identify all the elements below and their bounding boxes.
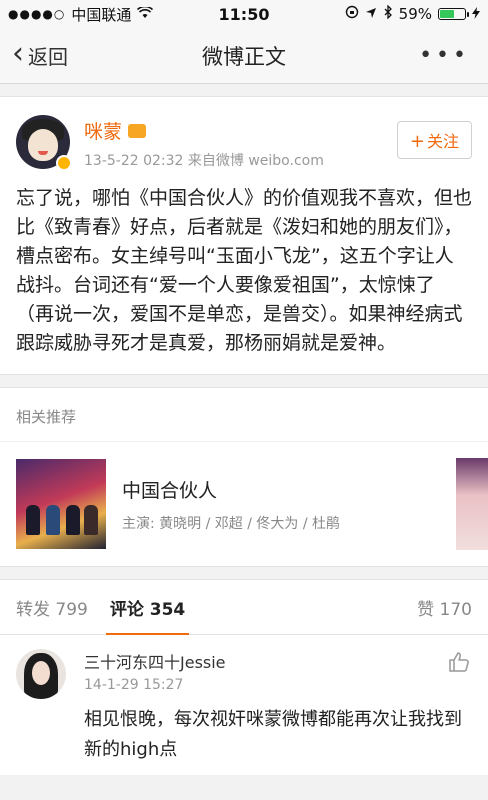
lock-rotation-icon [345, 5, 359, 23]
author-name[interactable]: 咪蒙 [84, 117, 122, 144]
comment-timestamp: 14-1-29 15:27 [84, 677, 184, 693]
page-title: 微博正文 [202, 44, 286, 69]
comment-item: 三十河东四十Jessie 14-1-29 15:27 相见恨晚，每次视奸咪蒙微博… [0, 635, 488, 775]
tab-likes[interactable]: 赞 170 [417, 579, 472, 635]
more-button[interactable]: ••• [419, 43, 488, 68]
carrier-label: 中国联通 [71, 5, 132, 24]
post-card: 咪蒙 13-5-22 02:32 来自微博 weibo.com + 关注 忘了说，… [0, 96, 488, 375]
related-movie-card[interactable]: 中国合伙人 主演: 黄晓明 / 邓超 / 佟大为 / 杜鹃 [0, 441, 488, 567]
nav-bar: ‹ 返回 微博正文 ••• [0, 28, 488, 84]
author-avatar[interactable] [16, 115, 72, 171]
chevron-left-icon: ‹ [12, 36, 24, 71]
next-movie-poster[interactable] [456, 458, 488, 550]
battery-percent: 59% [398, 5, 432, 23]
follow-button[interactable]: + 关注 [396, 121, 472, 159]
post-timestamp: 13-5-22 02:32 [84, 153, 184, 169]
charging-icon [472, 5, 480, 23]
related-section-title: 相关推荐 [0, 387, 488, 441]
location-icon [365, 5, 377, 23]
signal-icon: ●●●●○ [8, 7, 66, 21]
bluetooth-icon [383, 4, 393, 23]
thumbs-up-icon[interactable] [448, 651, 470, 677]
movie-cast: 主演: 黄晓明 / 邓超 / 佟大为 / 杜鹃 [122, 515, 341, 532]
back-button[interactable]: ‹ 返回 [0, 36, 68, 71]
movie-poster [16, 459, 106, 549]
post-text: 忘了说，哪怕《中国合伙人》的价值观我不喜欢，但也比《致青春》好点，后者就是《泼妇… [16, 187, 473, 354]
post-source: 来自微博 weibo.com [187, 153, 324, 169]
status-bar: ●●●●○ 中国联通 11:50 59% [0, 0, 488, 28]
commenter-avatar[interactable] [16, 649, 66, 699]
wifi-icon [137, 5, 154, 23]
comment-text: 相见恨晚，每次视奸咪蒙微博都能再次让我找到新的high点 [84, 709, 462, 760]
plus-icon: + [409, 131, 425, 152]
crown-icon [128, 123, 147, 138]
tab-reposts[interactable]: 转发 799 [16, 579, 88, 635]
tab-comments[interactable]: 评论 354 [105, 579, 190, 636]
back-label: 返回 [28, 45, 68, 69]
verified-badge-icon [56, 155, 72, 171]
commenter-name[interactable]: 三十河东四十Jessie [84, 649, 472, 673]
interaction-tabs: 转发 799 评论 354 赞 170 [0, 579, 488, 636]
movie-title: 中国合伙人 [122, 479, 218, 502]
follow-label: 关注 [426, 132, 459, 151]
battery-icon [438, 8, 469, 20]
